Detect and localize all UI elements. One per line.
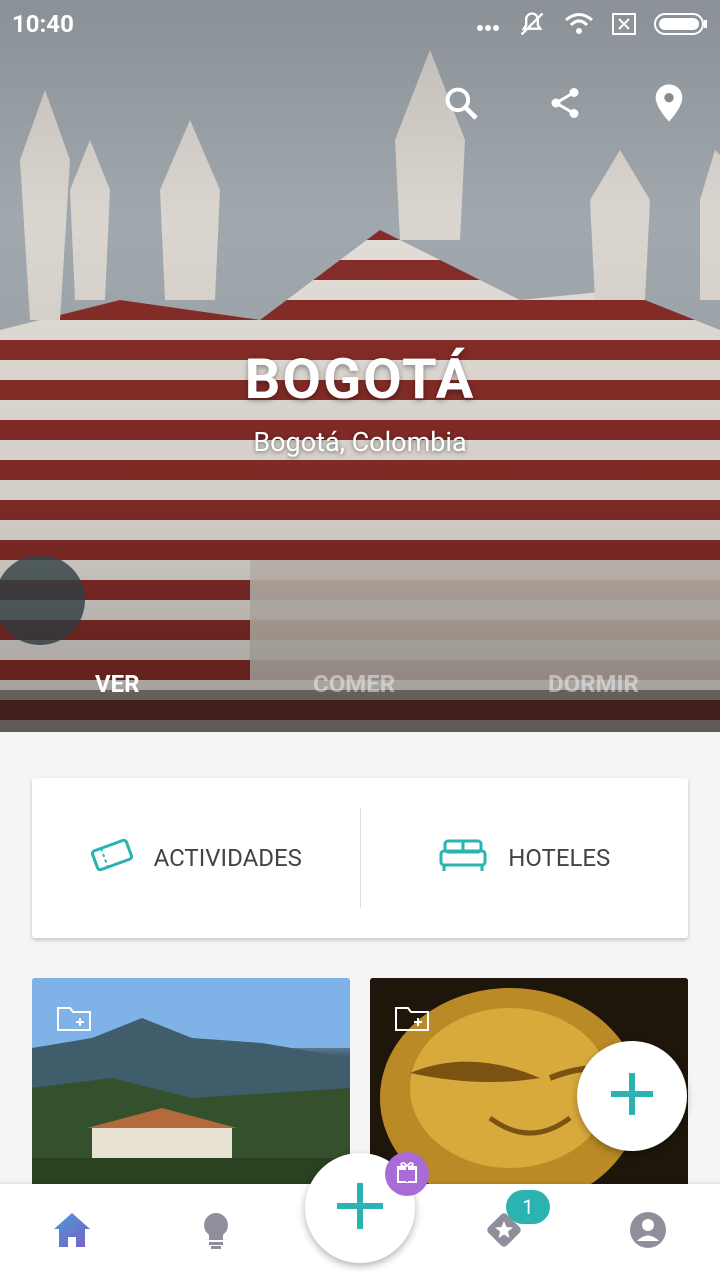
status-icons bbox=[476, 10, 708, 42]
hotels-label: HOTELES bbox=[508, 844, 611, 872]
status-bar: 10:40 bbox=[0, 0, 720, 50]
gift-badge[interactable] bbox=[385, 1152, 429, 1196]
user-icon bbox=[629, 1211, 667, 1253]
more-dots-icon bbox=[476, 17, 500, 36]
location-pin-icon[interactable] bbox=[648, 82, 690, 124]
nav-profile[interactable] bbox=[628, 1212, 668, 1252]
tab-comer[interactable]: COMER bbox=[313, 670, 395, 698]
favorites-count-badge: 1 bbox=[506, 1190, 550, 1224]
tab-dormir[interactable]: DORMIR bbox=[548, 670, 639, 698]
status-time: 10:40 bbox=[12, 10, 74, 38]
activities-button[interactable]: ACTIVIDADES bbox=[32, 778, 360, 938]
tab-ver[interactable]: VER bbox=[95, 670, 140, 698]
quick-actions-card: ACTIVIDADES HOTELES bbox=[32, 778, 688, 938]
nav-home[interactable] bbox=[52, 1212, 92, 1252]
hero-header: 10:40 BOGOTÁ Bogotá, Colombia VER COMER … bbox=[0, 0, 720, 732]
bed-icon bbox=[438, 837, 488, 879]
add-to-folder-icon[interactable] bbox=[394, 1004, 430, 1036]
wifi-icon bbox=[564, 12, 594, 40]
city-title: BOGOTÁ bbox=[244, 346, 476, 412]
hero-actions bbox=[440, 82, 690, 124]
plus-icon bbox=[609, 1071, 655, 1121]
add-fab-button[interactable] bbox=[577, 1041, 687, 1151]
nav-ideas[interactable] bbox=[196, 1212, 236, 1252]
silent-icon bbox=[518, 10, 546, 42]
battery-icon bbox=[654, 13, 708, 39]
city-subtitle: Bogotá, Colombia bbox=[253, 426, 467, 458]
gift-icon bbox=[395, 1160, 419, 1188]
share-icon[interactable] bbox=[544, 82, 586, 124]
add-to-folder-icon[interactable] bbox=[56, 1004, 92, 1036]
ticket-icon bbox=[90, 835, 134, 881]
plus-icon bbox=[335, 1181, 385, 1235]
no-sim-icon bbox=[612, 13, 636, 39]
home-icon bbox=[52, 1211, 92, 1253]
category-tabs: VER COMER DORMIR bbox=[0, 670, 720, 710]
search-icon[interactable] bbox=[440, 82, 482, 124]
place-card-monserrate[interactable] bbox=[32, 978, 350, 1188]
activities-label: ACTIVIDADES bbox=[153, 844, 302, 872]
lightbulb-icon bbox=[201, 1211, 231, 1253]
hotels-button[interactable]: HOTELES bbox=[361, 778, 689, 938]
